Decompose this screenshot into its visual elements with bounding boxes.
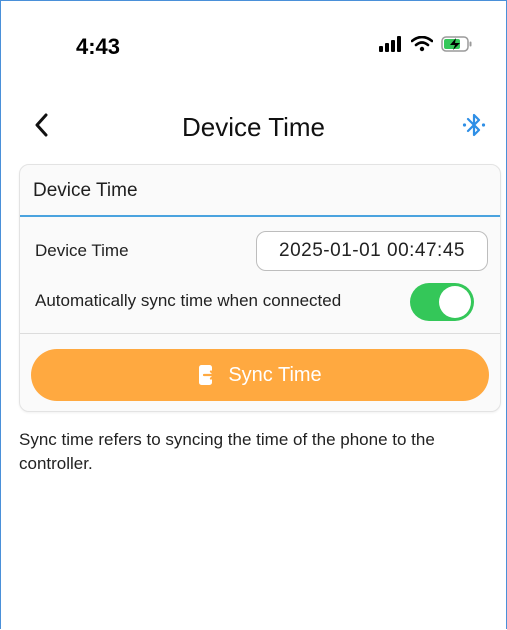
sync-button-label: Sync Time [228, 363, 322, 386]
auto-sync-row: Automatically sync time when connected [20, 281, 500, 325]
help-text: Sync time refers to syncing the time of … [19, 430, 435, 473]
device-time-card: Device Time Device Time 2025-01-01 00:47… [19, 164, 501, 412]
signal-icon [379, 36, 401, 52]
bluetooth-icon [462, 113, 486, 137]
sync-time-button[interactable]: Sync Time [31, 349, 489, 401]
toggle-knob [439, 286, 471, 318]
status-time: 4:43 [76, 34, 121, 59]
device-time-label: Device Time [35, 241, 129, 260]
nav-bar: Device Time [0, 100, 507, 150]
battery-charging-icon [441, 36, 472, 52]
sync-phone-icon [199, 365, 217, 385]
auto-sync-toggle[interactable] [410, 283, 474, 321]
status-icons [379, 36, 473, 52]
wifi-icon [411, 36, 433, 52]
device-time-row: Device Time 2025-01-01 00:47:45 [20, 223, 500, 279]
card-title: Device Time [33, 180, 138, 201]
auto-sync-label: Automatically sync time when connected [35, 291, 342, 310]
card-header: Device Time [20, 165, 500, 217]
bluetooth-button[interactable] [459, 110, 489, 140]
device-time-field[interactable]: 2025-01-01 00:47:45 [256, 231, 488, 271]
status-bar: 4:43 [0, 0, 507, 100]
divider [20, 333, 500, 334]
page-title: Device Time [181, 112, 326, 142]
